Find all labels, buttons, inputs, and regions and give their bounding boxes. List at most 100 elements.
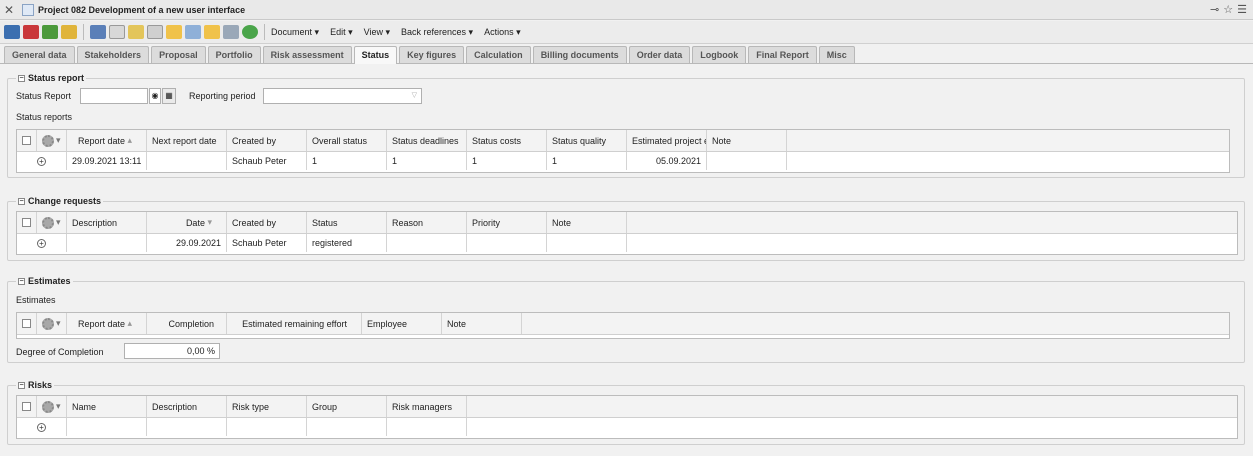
tab-stakeholders[interactable]: Stakeholders	[76, 46, 150, 63]
select-all-checkbox[interactable]	[17, 313, 37, 334]
money-icon[interactable]	[204, 25, 220, 39]
column-header[interactable]: Priority	[467, 212, 547, 233]
column-header[interactable]: Reason	[387, 212, 467, 233]
calendar-icon[interactable]	[90, 25, 106, 39]
column-header[interactable]: Report date ▴	[67, 313, 147, 334]
new-folder-icon[interactable]	[128, 25, 144, 39]
close-icon[interactable]: ✕	[0, 3, 18, 17]
tab-logbook[interactable]: Logbook	[692, 46, 747, 63]
tab-portfolio[interactable]: Portfolio	[207, 46, 261, 63]
cell: 29.09.2021 13:11	[67, 152, 147, 170]
column-header[interactable]: Status deadlines	[387, 130, 467, 151]
tab-calculation[interactable]: Calculation	[466, 46, 531, 63]
menu-edit[interactable]: Edit ▾	[330, 27, 353, 38]
select-all-checkbox[interactable]	[17, 212, 37, 233]
column-header[interactable]: Date ▾	[147, 212, 227, 233]
cell	[467, 234, 547, 252]
select-all-checkbox[interactable]	[17, 130, 37, 151]
cell	[227, 418, 307, 436]
star-icon[interactable]: ☆	[1223, 3, 1233, 16]
reporting-period-select[interactable]: ▽	[263, 88, 422, 104]
column-header[interactable]: Status quality	[547, 130, 627, 151]
column-header[interactable]: Completion	[147, 313, 227, 334]
column-header[interactable]: Risk type	[227, 396, 307, 417]
table-row[interactable]: + 29.09.2021 Schaub Peter registered	[17, 234, 1237, 252]
degree-of-completion-label: Degree of Completion	[16, 347, 104, 357]
download-icon[interactable]	[42, 25, 58, 39]
tab-misc[interactable]: Misc	[818, 46, 855, 63]
collapse-icon[interactable]: −	[18, 197, 25, 205]
column-header[interactable]: Risk managers	[387, 396, 467, 417]
column-header[interactable]: Status costs	[467, 130, 547, 151]
change-requests-grid: ▾ Description Date ▾ Created by Status R…	[16, 211, 1238, 255]
column-header[interactable]: Estimated project e	[627, 130, 707, 151]
reporting-period-label: Reporting period	[189, 91, 256, 101]
expand-row-icon[interactable]: +	[37, 238, 46, 248]
calendar-picker-icon[interactable]: ▦	[162, 88, 176, 104]
tab-final-report[interactable]: Final Report	[748, 46, 817, 63]
tab-risk-assessment[interactable]: Risk assessment	[262, 46, 352, 63]
risks-section: − Risks ▾ Name Description Risk type Grou…	[7, 380, 1245, 445]
tab-order-data[interactable]: Order data	[628, 46, 691, 63]
table-row[interactable]: + 29.09.2021 13:11 Schaub Peter 1 1 1 1 …	[17, 152, 1229, 170]
save-icon[interactable]	[4, 25, 20, 39]
tab-proposal[interactable]: Proposal	[151, 46, 206, 63]
menu-actions[interactable]: Actions ▾	[484, 27, 521, 38]
lookup-icon[interactable]: ◉	[149, 88, 161, 104]
collapse-icon[interactable]: −	[18, 277, 25, 285]
settings-icon[interactable]: ▾	[37, 130, 67, 151]
folder-icon[interactable]	[61, 25, 77, 39]
table-row[interactable]: +	[17, 418, 1237, 436]
window-title: Project 082 Development of a new user in…	[38, 4, 246, 15]
collapse-icon[interactable]: −	[18, 74, 25, 82]
column-header[interactable]: Note	[547, 212, 627, 233]
tab-bar: General data Stakeholders Proposal Portf…	[4, 46, 857, 64]
column-header[interactable]: Employee	[362, 313, 442, 334]
column-header[interactable]: Name	[67, 396, 147, 417]
cell	[707, 152, 787, 170]
column-header[interactable]: Group	[307, 396, 387, 417]
degree-of-completion-input[interactable]: 0,00 %	[124, 343, 220, 359]
tab-key-figures[interactable]: Key figures	[399, 46, 465, 63]
delete-icon[interactable]	[23, 25, 39, 39]
column-header[interactable]: Description	[147, 396, 227, 417]
tab-status[interactable]: Status	[353, 46, 398, 64]
settings-icon[interactable]: ▾	[37, 212, 67, 233]
select-all-checkbox[interactable]	[17, 396, 37, 417]
column-header[interactable]: Created by	[227, 212, 307, 233]
status-report-input[interactable]	[80, 88, 148, 104]
column-header[interactable]: Created by	[227, 130, 307, 151]
coins-icon[interactable]	[166, 25, 182, 39]
menu-document[interactable]: Document ▾	[271, 27, 319, 38]
settings-icon[interactable]: ▾	[37, 313, 67, 334]
column-header[interactable]: Note	[707, 130, 787, 151]
estimates-section: − Estimates Estimates ▾ Report date ▴ Com…	[7, 276, 1245, 363]
menu-view[interactable]: View ▾	[364, 27, 390, 38]
collapse-icon[interactable]: −	[18, 381, 25, 389]
expand-row-icon[interactable]: +	[37, 422, 46, 432]
column-header[interactable]: Status	[307, 212, 387, 233]
edit-icon[interactable]	[109, 25, 125, 39]
pin-icon[interactable]: ⊸	[1210, 3, 1219, 16]
estimates-label: Estimates	[16, 295, 56, 305]
column-header[interactable]: Overall status	[307, 130, 387, 151]
menu-back-references[interactable]: Back references ▾	[401, 27, 473, 38]
column-header[interactable]: Report date ▴	[67, 130, 147, 151]
menu-icon[interactable]: ☰	[1237, 3, 1247, 16]
column-header[interactable]: Description	[67, 212, 147, 233]
check-icon[interactable]	[242, 25, 258, 39]
column-header[interactable]: Note	[442, 313, 522, 334]
list-icon[interactable]	[185, 25, 201, 39]
status-report-label: Status Report	[16, 91, 72, 101]
column-header[interactable]: Estimated remaining effort	[227, 313, 362, 334]
settings-icon[interactable]: ▾	[37, 396, 67, 417]
section-title: Status report	[28, 73, 85, 83]
tab-billing-documents[interactable]: Billing documents	[532, 46, 627, 63]
status-report-section: − Status report Status Report ◉ ▦ Reporti…	[7, 73, 1245, 178]
cell	[147, 418, 227, 436]
column-header[interactable]: Next report date	[147, 130, 227, 151]
tab-general-data[interactable]: General data	[4, 46, 75, 63]
document-icon[interactable]	[147, 25, 163, 39]
report-icon[interactable]	[223, 25, 239, 39]
expand-row-icon[interactable]: +	[37, 156, 46, 166]
